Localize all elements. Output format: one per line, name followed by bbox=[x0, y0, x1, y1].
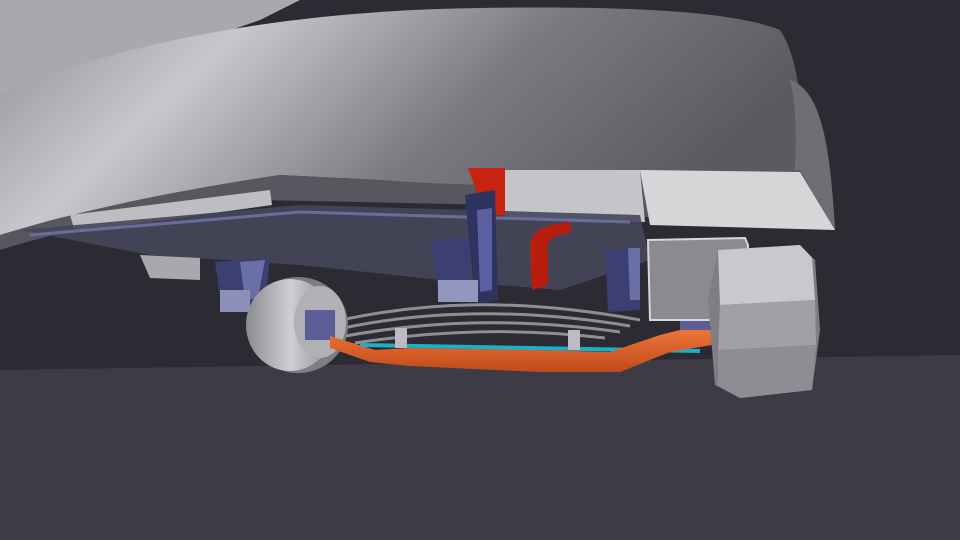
left-wheel bbox=[246, 277, 348, 373]
floor-plane bbox=[0, 355, 960, 540]
suspension-render bbox=[0, 0, 960, 540]
